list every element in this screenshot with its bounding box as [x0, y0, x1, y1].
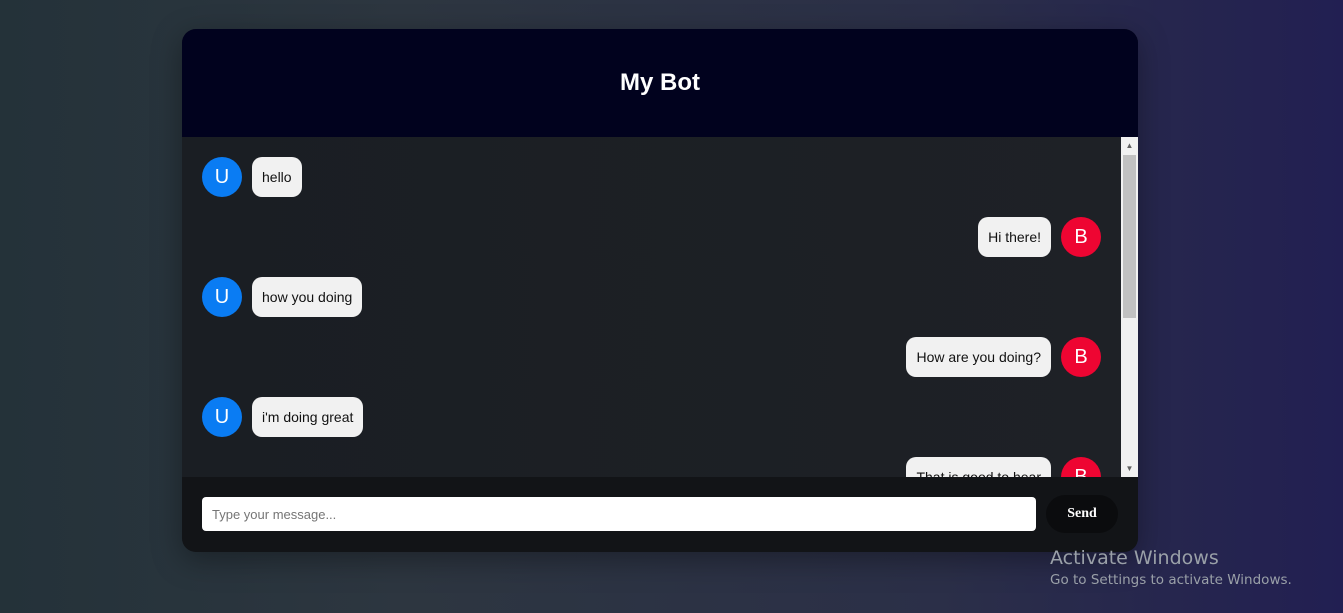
user-avatar: U [202, 397, 242, 437]
messages-area[interactable]: U hello B Hi there! U how you doing B Ho… [182, 137, 1138, 477]
watermark-title: Activate Windows [1050, 547, 1219, 569]
bot-avatar: B [1061, 337, 1101, 377]
bot-message-bubble: Hi there! [978, 217, 1051, 257]
composer-bar: Send [182, 477, 1138, 552]
message-row-bot: B That is good to hear [906, 457, 1101, 477]
message-row-user: U hello [202, 157, 302, 197]
message-input[interactable] [202, 497, 1036, 531]
chat-window: My Bot U hello B Hi there! U how you doi… [182, 29, 1138, 552]
bot-message-bubble: That is good to hear [906, 457, 1051, 477]
messages-scrollbar[interactable]: ▲ ▼ [1121, 137, 1138, 477]
send-button[interactable]: Send [1046, 495, 1118, 533]
scrollbar-thumb[interactable] [1123, 155, 1136, 318]
user-message-bubble: hello [252, 157, 302, 197]
bot-avatar: B [1061, 457, 1101, 477]
message-row-user: U how you doing [202, 277, 363, 317]
user-message-bubble: i'm doing great [252, 397, 364, 437]
triangle-down-icon[interactable]: ▼ [1121, 460, 1138, 477]
chat-title: My Bot [620, 69, 700, 96]
bot-message-bubble: How are you doing? [906, 337, 1051, 377]
user-avatar: U [202, 157, 242, 197]
user-message-bubble: how you doing [252, 277, 363, 317]
watermark-subtitle: Go to Settings to activate Windows. [1050, 572, 1292, 588]
bot-avatar: B [1061, 217, 1101, 257]
message-row-bot: B Hi there! [978, 217, 1101, 257]
activate-windows-watermark: Activate Windows Go to Settings to activ… [1050, 547, 1292, 590]
chat-header: My Bot [182, 29, 1138, 137]
message-row-user: U i'm doing great [202, 397, 364, 437]
message-row-bot: B How are you doing? [906, 337, 1101, 377]
user-avatar: U [202, 277, 242, 317]
triangle-up-icon[interactable]: ▲ [1121, 137, 1138, 154]
